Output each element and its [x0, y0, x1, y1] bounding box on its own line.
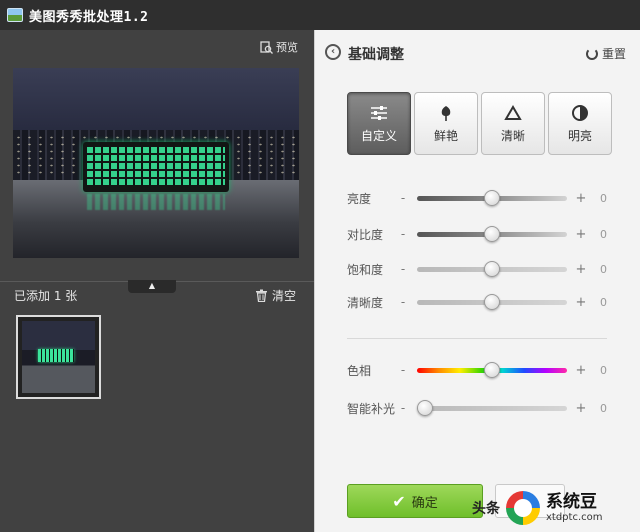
preview-icon	[260, 40, 273, 54]
watermark: 头条 系统豆 xtdptc.com	[472, 488, 603, 528]
brand-logo-icon	[506, 491, 540, 525]
preview-label: 预览	[276, 41, 298, 54]
slider-row-brightness: 亮度 - + 0	[347, 188, 637, 208]
slider-value: 0	[600, 363, 607, 377]
app-icon	[7, 8, 23, 22]
title-bar: 美图秀秀批处理1.2	[0, 0, 640, 30]
increase-button[interactable]: +	[575, 227, 587, 242]
increase-button[interactable]: +	[575, 262, 587, 277]
slider-thumb[interactable]	[484, 261, 500, 277]
mode-label: 自定义	[360, 128, 397, 143]
clarity-slider[interactable]	[417, 292, 567, 312]
slider-row-saturation: 饱和度 - + 0	[347, 259, 637, 279]
increase-button[interactable]: +	[575, 191, 587, 206]
back-arrow-icon[interactable]: ‹	[325, 44, 341, 60]
clear-button[interactable]: 清空	[255, 287, 296, 304]
adjust-panel: ‹ 基础调整 重置 自定义 鲜艳 清晰 明亮 亮度 - + 0 对比度 - + …	[314, 30, 640, 532]
reset-label: 重置	[601, 47, 626, 61]
triangle-icon	[503, 104, 523, 122]
watermark-brand: 系统豆	[546, 492, 597, 512]
mode-vivid[interactable]: 鲜艳	[414, 92, 478, 155]
sliders-icon	[369, 104, 389, 122]
watermark-source: 头条	[472, 501, 500, 517]
slider-row-contrast: 对比度 - + 0	[347, 224, 637, 244]
slider-value: 0	[600, 262, 607, 276]
decrease-button[interactable]: -	[397, 191, 409, 205]
window-title: 美图秀秀批处理1.2	[29, 9, 149, 25]
slider-label: 清晰度	[347, 295, 384, 310]
hue-slider[interactable]	[417, 360, 567, 380]
mode-custom[interactable]: 自定义	[347, 92, 411, 155]
decrease-button[interactable]: -	[397, 401, 409, 415]
section-title: 基础调整	[348, 47, 404, 63]
divider	[347, 338, 607, 339]
slider-row-fill-light: 智能补光 - + 0	[347, 398, 637, 418]
slider-thumb[interactable]	[484, 226, 500, 242]
reset-button[interactable]: 重置	[585, 45, 626, 62]
slider-thumb[interactable]	[484, 190, 500, 206]
increase-button[interactable]: +	[575, 295, 587, 310]
slider-label: 色相	[347, 363, 372, 378]
slider-label: 饱和度	[347, 262, 384, 277]
preview-image	[13, 68, 299, 258]
slider-value: 0	[600, 227, 607, 241]
flower-icon	[436, 104, 456, 122]
decrease-button[interactable]: -	[397, 262, 409, 276]
preview-button[interactable]: 预览	[260, 39, 298, 55]
fill-light-slider[interactable]	[417, 398, 567, 418]
confirm-label: 确定	[411, 495, 438, 511]
slider-value: 0	[600, 191, 607, 205]
mode-label: 鲜艳	[433, 128, 458, 143]
clear-label: 清空	[271, 289, 296, 303]
saturation-slider[interactable]	[417, 259, 567, 279]
slider-row-hue: 色相 - + 0	[347, 360, 637, 380]
mode-bright[interactable]: 明亮	[548, 92, 612, 155]
mode-label: 清晰	[500, 128, 525, 143]
mode-label: 明亮	[567, 128, 592, 143]
decrease-button[interactable]: -	[397, 363, 409, 377]
watermark-url: xtdptc.com	[546, 512, 603, 523]
slider-row-clarity: 清晰度 - + 0	[347, 292, 637, 312]
decrease-button[interactable]: -	[397, 227, 409, 241]
slider-value: 0	[600, 401, 607, 415]
confirm-button[interactable]: ✔ 确定	[347, 484, 483, 518]
keyboard-photo	[83, 142, 229, 192]
increase-button[interactable]: +	[575, 363, 587, 378]
added-count-label: 已添加 1 张	[14, 289, 78, 303]
slider-thumb[interactable]	[484, 362, 500, 378]
brightness-slider[interactable]	[417, 188, 567, 208]
half-circle-icon	[570, 104, 590, 122]
preview-panel: 预览 ▲ 已添加 1 张 清空	[0, 30, 314, 532]
decrease-button[interactable]: -	[397, 295, 409, 309]
mode-sharp[interactable]: 清晰	[481, 92, 545, 155]
slider-value: 0	[600, 295, 607, 309]
slider-label: 对比度	[347, 227, 384, 242]
trash-icon	[255, 289, 267, 302]
slider-thumb[interactable]	[484, 294, 500, 310]
collapse-toggle[interactable]: ▲	[128, 280, 176, 293]
checkmark-icon: ✔	[392, 491, 406, 511]
slider-thumb[interactable]	[417, 400, 433, 416]
contrast-slider[interactable]	[417, 224, 567, 244]
refresh-icon	[585, 47, 598, 60]
preset-modes: 自定义 鲜艳 清晰 明亮	[347, 92, 612, 155]
increase-button[interactable]: +	[575, 401, 587, 416]
slider-label: 亮度	[347, 191, 372, 206]
image-thumbnail[interactable]	[16, 315, 101, 399]
slider-label: 智能补光	[347, 401, 396, 416]
